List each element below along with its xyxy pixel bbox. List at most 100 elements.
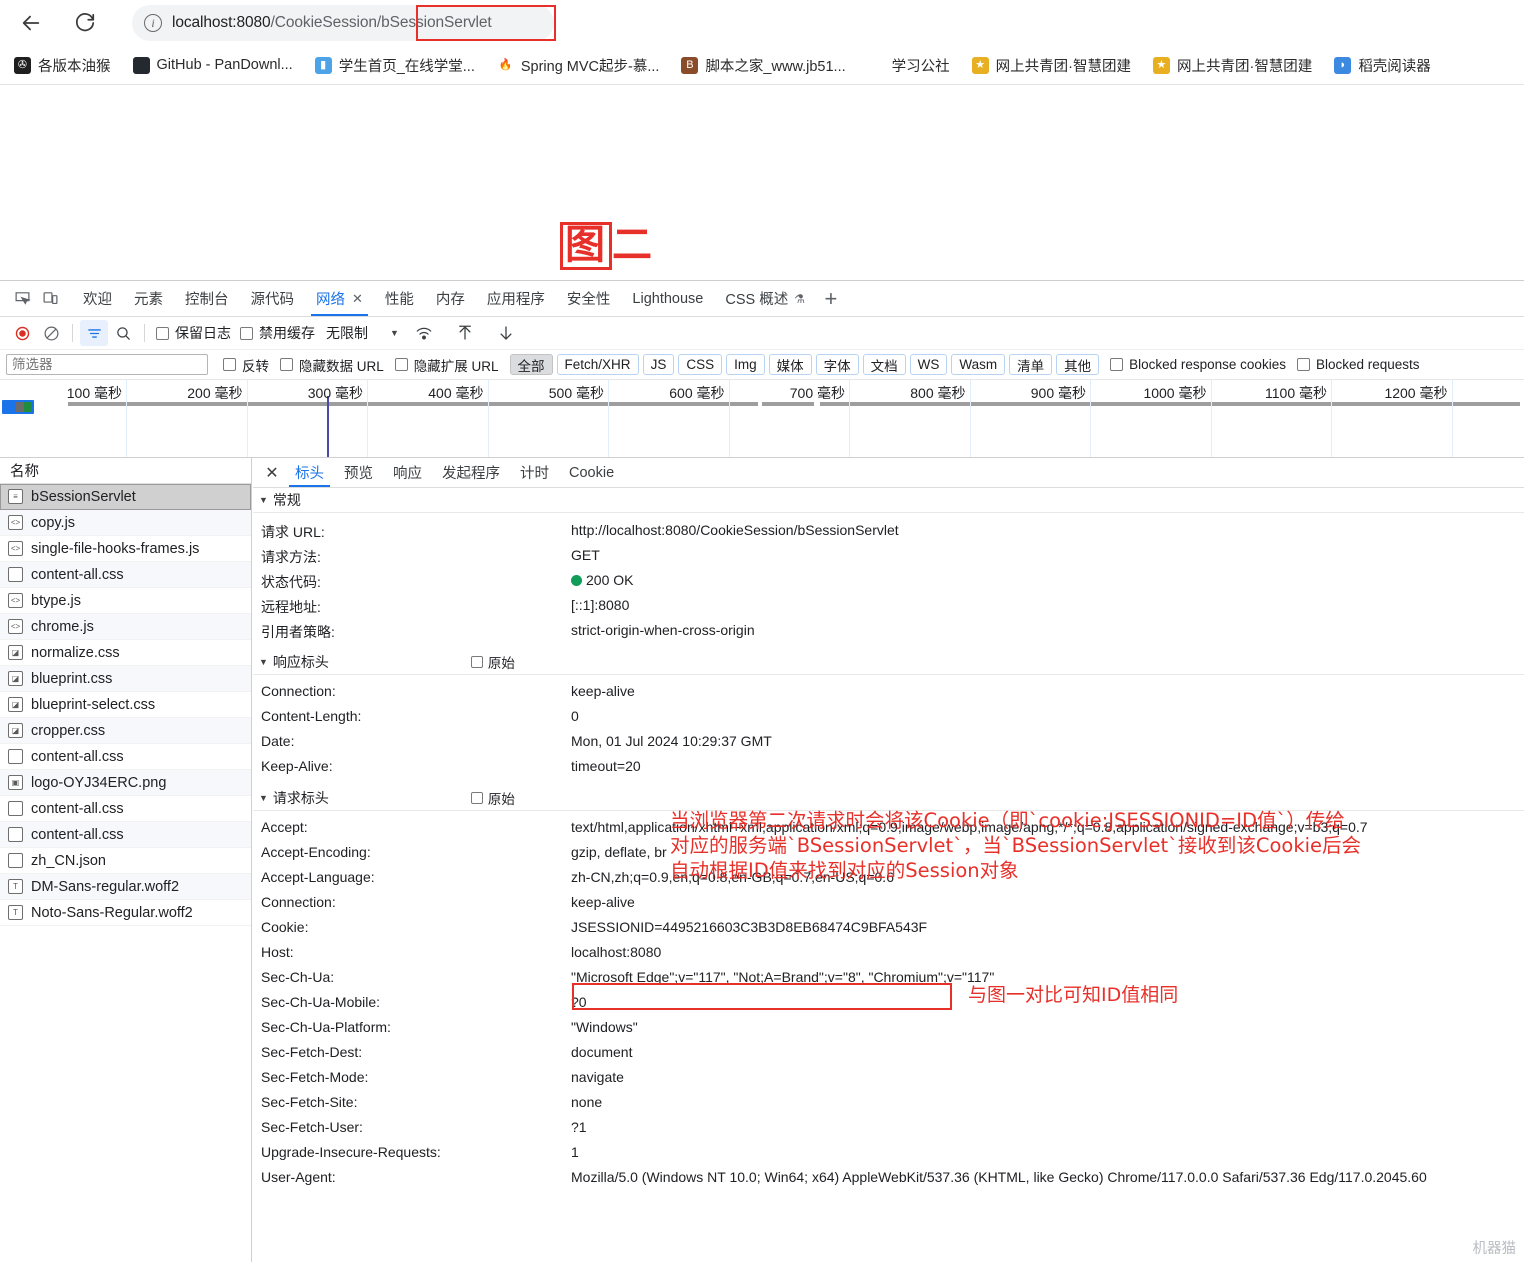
response-headers-section-header[interactable]: ▼ 响应标头 原始 xyxy=(253,650,1524,675)
resource-type-filter[interactable]: CSS xyxy=(678,354,723,375)
request-list-item[interactable]: content-all.css xyxy=(0,562,251,588)
resource-type-filter[interactable]: Fetch/XHR xyxy=(556,354,639,375)
request-list-item[interactable]: content-all.css xyxy=(0,822,251,848)
hide-data-url-checkbox[interactable]: 隐藏数据 URL xyxy=(280,355,384,375)
hide-data-url-label: 隐藏数据 URL xyxy=(299,358,384,374)
devtools-tab[interactable]: 控制台 xyxy=(174,281,240,316)
devtools-tab[interactable]: 性能 xyxy=(374,281,425,316)
devtools-tab[interactable]: 元素 xyxy=(123,281,174,316)
export-har-icon[interactable] xyxy=(492,320,520,346)
devtools-tab[interactable]: 网络 ✕ xyxy=(305,281,374,316)
request-headers-section-header[interactable]: ▼ 请求标头 原始 xyxy=(253,786,1524,811)
resource-type-filter[interactable]: Img xyxy=(726,354,765,375)
devtools-tab[interactable]: 安全性 xyxy=(556,281,622,316)
devtools-tab[interactable]: 源代码 xyxy=(240,281,306,316)
request-list-item[interactable]: T DM-Sans-regular.woff2 xyxy=(0,874,251,900)
bookmark-label: Spring MVC起步-慕... xyxy=(520,58,660,75)
request-list-item[interactable]: ◪ cropper.css xyxy=(0,718,251,744)
bookmark-item[interactable]: B 脚本之家_www.jb51... xyxy=(679,52,847,79)
request-list-item[interactable]: ◪ normalize.css xyxy=(0,640,251,666)
request-list-item[interactable]: ▣ logo-OYJ34ERC.png xyxy=(0,770,251,796)
header-row: Content-Length: 0 xyxy=(253,705,1524,730)
devtools-tab[interactable]: CSS 概述 ⚗ xyxy=(714,281,816,316)
filter-input[interactable] xyxy=(6,354,208,375)
request-list-item[interactable]: content-all.css xyxy=(0,744,251,770)
invert-checkbox[interactable]: 反转 xyxy=(223,355,269,375)
device-toolbar-icon[interactable] xyxy=(36,286,64,312)
general-section-header[interactable]: ▼ 常规 xyxy=(253,488,1524,513)
preserve-log-label: 保留日志 xyxy=(175,325,231,341)
request-raw-checkbox[interactable]: 原始 xyxy=(470,788,515,808)
reload-button[interactable] xyxy=(68,6,102,40)
resource-type-filter[interactable]: Wasm xyxy=(951,354,1006,375)
request-list-item[interactable]: T Noto-Sans-Regular.woff2 xyxy=(0,900,251,926)
bookmark-item[interactable]: 🔥 Spring MVC起步-慕... xyxy=(495,52,662,79)
blocked-response-cookies-checkbox[interactable]: Blocked response cookies xyxy=(1110,357,1286,372)
request-list-item[interactable]: ◪ blueprint.css xyxy=(0,666,251,692)
header-key: Accept-Language: xyxy=(261,869,375,885)
detail-subtab[interactable]: 预览 xyxy=(334,458,383,487)
header-key: Date: xyxy=(261,733,295,749)
detail-subtab[interactable]: 响应 xyxy=(383,458,432,487)
more-tabs-button[interactable]: + xyxy=(816,284,846,314)
bookmark-item[interactable]: ★ 网上共青团·智慧团建 xyxy=(970,52,1133,79)
devtools-tab[interactable]: 应用程序 xyxy=(476,281,556,316)
request-list-item[interactable]: <> single-file-hooks-frames.js xyxy=(0,536,251,562)
detail-subtab[interactable]: 标头 xyxy=(285,458,334,487)
back-button[interactable] xyxy=(14,6,48,40)
hide-extension-url-label: 隐藏扩展 URL xyxy=(413,358,499,374)
resource-type-filter[interactable]: 文档 xyxy=(862,354,906,375)
site-info-icon[interactable]: i xyxy=(144,14,162,32)
bookmark-item[interactable]: ◗ 稻壳阅读器 xyxy=(1332,52,1433,79)
preserve-log-checkbox[interactable]: 保留日志 xyxy=(156,323,231,343)
timeline-gridline xyxy=(728,380,730,457)
disable-cache-checkbox[interactable]: 禁用缓存 xyxy=(240,323,315,343)
network-conditions-icon[interactable] xyxy=(410,320,438,346)
bookmark-item[interactable]: ★ 网上共青团·智慧团建 xyxy=(1151,52,1314,79)
close-icon[interactable]: ✕ xyxy=(352,291,363,307)
resource-type-filter[interactable]: 其他 xyxy=(1056,354,1100,375)
request-list-item[interactable]: <> chrome.js xyxy=(0,614,251,640)
resource-type-filter[interactable]: WS xyxy=(909,354,948,375)
overview-scrollbar[interactable] xyxy=(2,400,34,414)
detail-subtab[interactable]: 发起程序 xyxy=(432,458,510,487)
resource-type-filter[interactable]: JS xyxy=(642,354,675,375)
devtools-tab[interactable]: 内存 xyxy=(425,281,476,316)
import-har-icon[interactable] xyxy=(451,320,479,346)
bookmark-item[interactable]: ▮ 学生首页_在线学堂... xyxy=(313,52,477,79)
header-key: Host: xyxy=(261,944,294,960)
request-name: blueprint-select.css xyxy=(31,696,156,713)
hide-extension-url-checkbox[interactable]: 隐藏扩展 URL xyxy=(394,355,499,375)
bookmark-item[interactable]: ♨ 学习公社 xyxy=(866,52,952,79)
close-detail-icon[interactable]: ✕ xyxy=(259,460,285,486)
address-bar[interactable]: i localhost:8080/CookieSession/bSessionS… xyxy=(132,5,554,41)
resource-type-filter[interactable]: 媒体 xyxy=(768,354,812,375)
search-icon[interactable] xyxy=(109,320,137,346)
devtools-tab[interactable]: 欢迎 xyxy=(72,281,123,316)
filter-icon[interactable] xyxy=(80,320,108,346)
request-list-item[interactable]: ≡ bSessionServlet xyxy=(0,484,251,510)
response-raw-checkbox[interactable]: 原始 xyxy=(470,652,515,672)
inspect-element-icon[interactable] xyxy=(8,286,36,312)
upload-arrow-icon xyxy=(459,325,471,340)
bookmark-item[interactable]: ✇ 各版本油猴 xyxy=(12,52,113,79)
blocked-requests-checkbox[interactable]: Blocked requests xyxy=(1296,357,1420,372)
request-list-item[interactable]: content-all.css xyxy=(0,796,251,822)
resource-type-filter[interactable]: 清单 xyxy=(1009,354,1053,375)
timeline-tick-label: 800 毫秒 xyxy=(910,385,966,401)
request-list-item[interactable]: <> copy.js xyxy=(0,510,251,536)
bookmark-item[interactable]: GitHub - PanDownl... xyxy=(131,54,295,77)
network-overview-timeline[interactable]: 100 毫秒 200 毫秒 300 毫秒 400 毫秒 500 毫秒 600 毫秒 700 … xyxy=(0,380,1524,458)
request-list-item[interactable]: zh_CN.json xyxy=(0,848,251,874)
request-list-item[interactable]: ◪ blueprint-select.css xyxy=(0,692,251,718)
header-key: 请求 URL: xyxy=(261,524,325,540)
resource-type-filter[interactable]: 字体 xyxy=(815,354,859,375)
detail-subtab[interactable]: 计时 xyxy=(510,458,559,487)
clear-icon[interactable] xyxy=(37,320,65,346)
resource-type-filter[interactable]: 全部 xyxy=(509,354,553,375)
request-list-item[interactable]: <> btype.js xyxy=(0,588,251,614)
record-icon[interactable] xyxy=(8,320,36,346)
devtools-tab[interactable]: Lighthouse xyxy=(621,281,714,316)
throttling-select[interactable]: 无限制 ▼ xyxy=(326,323,399,343)
detail-subtab[interactable]: Cookie xyxy=(559,458,624,487)
